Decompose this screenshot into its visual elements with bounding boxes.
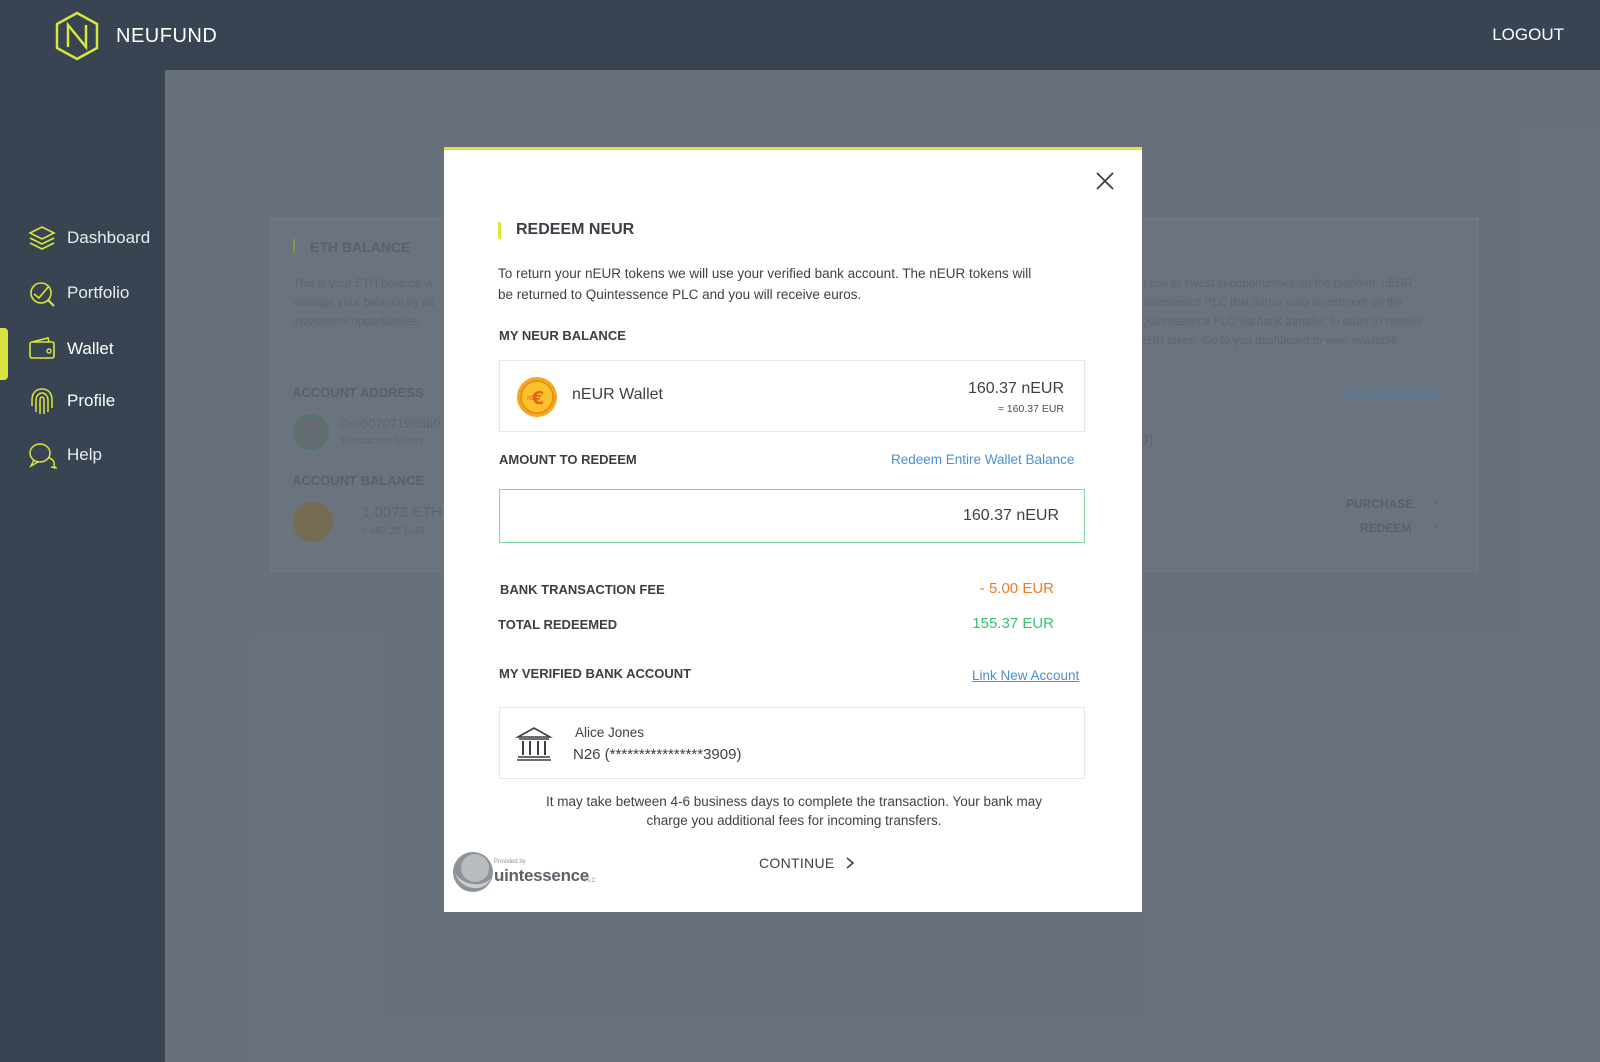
- svg-text:€: €: [531, 388, 545, 409]
- fee-label: BANK TRANSACTION FEE: [500, 582, 665, 597]
- sidebar-item-profile[interactable]: Profile: [0, 379, 165, 423]
- wallet-balance-box: € n nEUR Wallet 160.37 nEUR ≈ 160.37 EUR: [499, 360, 1085, 432]
- bank-account-box[interactable]: Alice Jones N26 (****************3909): [499, 707, 1085, 779]
- top-bar: NEUFUND LOGOUT: [0, 0, 1600, 70]
- provider-name: uintessence: [494, 866, 589, 885]
- redeem-modal: REDEEM NEUR To return your nEUR tokens w…: [444, 147, 1142, 912]
- wallet-icon: [29, 337, 55, 359]
- bank-icon: [515, 727, 553, 761]
- bank-holder-name: Alice Jones: [575, 725, 645, 740]
- wallet-name: nEUR Wallet: [572, 386, 663, 403]
- bank-account-number: N26 (****************3909): [573, 746, 742, 763]
- neur-coin-icon: € n: [517, 377, 557, 417]
- fingerprint-icon: [31, 388, 53, 414]
- provider-small-label: Provided by: [494, 859, 526, 865]
- fee-value: - 5.00 EUR: [979, 580, 1054, 597]
- wallet-balance: 160.37 nEUR: [967, 380, 1064, 397]
- sidebar-item-label: Portfolio: [67, 283, 130, 302]
- sidebar-item-dashboard[interactable]: Dashboard: [0, 216, 165, 260]
- sidebar-item-wallet[interactable]: Wallet: [0, 327, 165, 371]
- sidebar-item-label: Profile: [67, 391, 116, 410]
- sidebar-item-label: Help: [67, 445, 102, 464]
- provider-suffix: PLC: [584, 878, 596, 884]
- chat-bubbles-icon: [29, 443, 57, 469]
- neufund-logo-icon[interactable]: [54, 11, 100, 61]
- sidebar-item-help[interactable]: Help: [0, 433, 165, 477]
- portfolio-chart-icon: [30, 282, 55, 307]
- modal-title: REDEEM NEUR: [516, 221, 635, 238]
- logout-button[interactable]: LOGOUT: [1492, 25, 1564, 45]
- total-label: TOTAL REDEEMED: [498, 617, 618, 632]
- link-new-account[interactable]: Link New Account: [972, 668, 1079, 683]
- svg-text:n: n: [527, 394, 531, 402]
- sidebar: Dashboard Portfolio Wallet Profile Help: [0, 70, 165, 1062]
- layers-icon: [28, 226, 56, 250]
- balance-label: MY NEUR BALANCE: [499, 328, 626, 343]
- chevron-right-icon: [846, 857, 854, 869]
- continue-label: CONTINUE: [759, 855, 835, 871]
- sidebar-item-label: Wallet: [67, 339, 114, 358]
- brand-name: NEUFUND: [116, 25, 218, 47]
- bank-label: MY VERIFIED BANK ACCOUNT: [499, 666, 692, 681]
- close-icon[interactable]: [1094, 170, 1116, 192]
- sidebar-item-label: Dashboard: [67, 228, 151, 247]
- title-accent: [498, 222, 501, 239]
- sidebar-item-portfolio[interactable]: Portfolio: [0, 271, 165, 315]
- wallet-balance-eur: ≈ 160.37 EUR: [998, 403, 1064, 415]
- modal-description: To return your nEUR tokens we will use y…: [498, 266, 1032, 302]
- total-value: 155.37 EUR: [972, 615, 1054, 632]
- amount-label: AMOUNT TO REDEEM: [499, 452, 637, 467]
- processing-note: It may take between 4-6 business days to…: [545, 794, 1043, 828]
- amount-input[interactable]: [499, 489, 1085, 543]
- continue-button[interactable]: CONTINUE: [759, 855, 855, 871]
- redeem-entire-balance-link[interactable]: Redeem Entire Wallet Balance: [891, 452, 1074, 467]
